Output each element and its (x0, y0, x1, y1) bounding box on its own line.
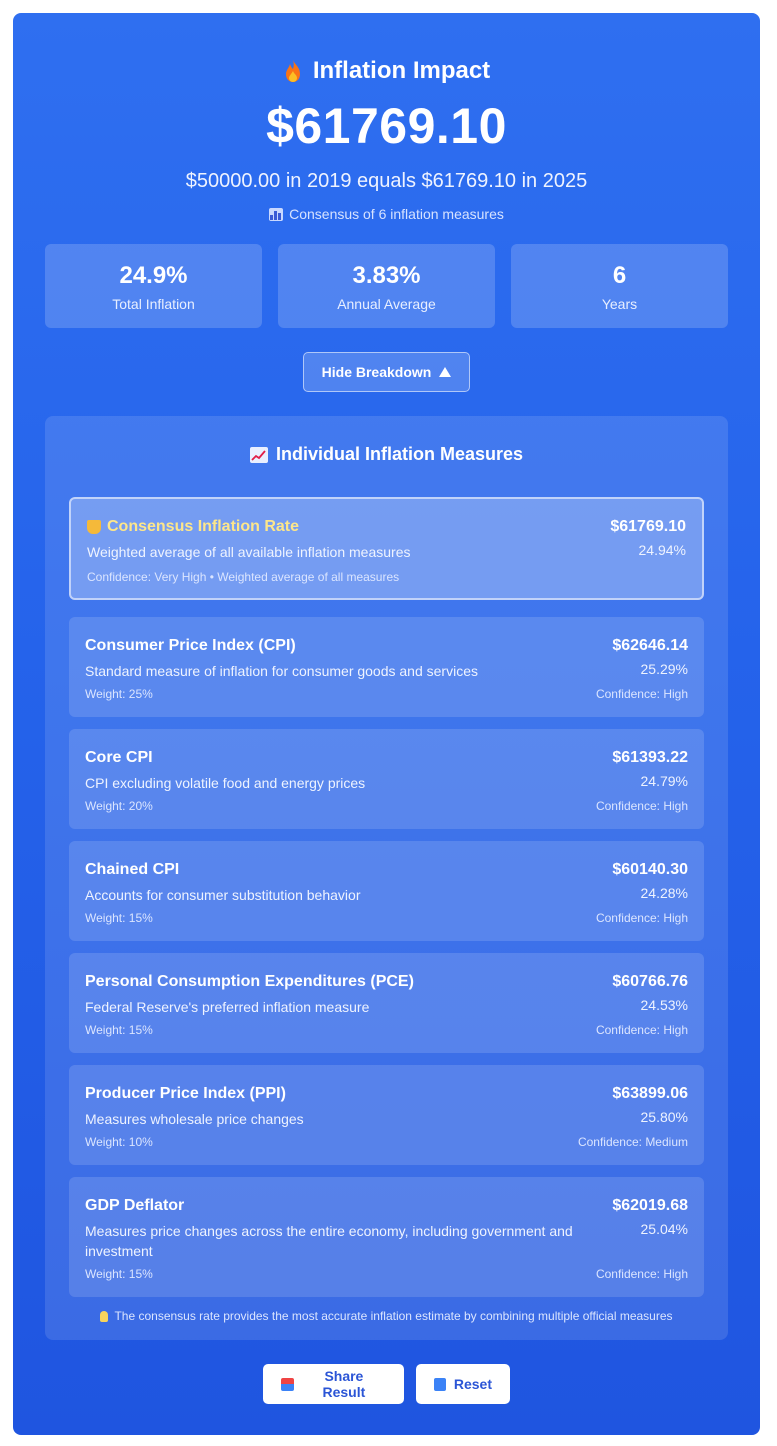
adjusted-amount: $61769.10 (266, 98, 507, 154)
measure-ppi: Producer Price Index (PPI) Measures whol… (69, 1065, 704, 1165)
measure-weight: Weight: 15% (85, 911, 153, 925)
share-icon (281, 1377, 294, 1391)
measure-weight: Weight: 15% (85, 1267, 153, 1281)
measure-name: Producer Price Index (PPI) (85, 1085, 286, 1102)
inflation-result-card: Inflation Impact $61769.10 $50000.00 in … (13, 13, 760, 1435)
measure-weight: Weight: 10% (85, 1135, 153, 1149)
measure-value: $61769.10 (610, 518, 686, 535)
measure-confidence: Confidence: High (595, 1267, 688, 1281)
measure-percent: 24.94% (638, 542, 686, 558)
measure-gdp-deflator: GDP Deflator Measures price changes acro… (69, 1177, 704, 1297)
trending-chart-icon (249, 446, 268, 463)
stat-label: Years (601, 296, 638, 312)
measure-description: Federal Reserve's preferred inflation me… (85, 999, 370, 1015)
measure-value: $62019.68 (612, 1197, 688, 1214)
trophy-icon (87, 520, 101, 534)
measure-percent: 24.28% (640, 885, 688, 901)
measure-name: Consumer Price Index (CPI) (85, 637, 296, 654)
stat-label: Total Inflation (112, 296, 195, 312)
bar-chart-icon (269, 207, 284, 221)
consensus-note: Consensus of 6 inflation measures (13, 206, 760, 222)
measure-weight: Weight: 20% (85, 799, 153, 813)
measure-pce: Personal Consumption Expenditures (PCE) … (69, 953, 704, 1053)
stat-value: 6 (612, 262, 627, 289)
result-title-text: Inflation Impact (312, 57, 491, 84)
measure-name-text: Consensus Inflation Rate (107, 518, 300, 535)
measure-description: Weighted average of all available inflat… (87, 544, 411, 560)
stat-annual-average: 3.83% Annual Average (278, 244, 495, 328)
measure-chained-cpi: Chained CPI Accounts for consumer substi… (69, 841, 704, 941)
reset-label: Reset (453, 1376, 492, 1392)
consensus-note-text: Consensus of 6 inflation measures (289, 206, 504, 222)
measure-name: Personal Consumption Expenditures (PCE) (85, 973, 414, 990)
measure-cpi: Consumer Price Index (CPI) Standard meas… (69, 617, 704, 717)
footnote-text: The consensus rate provides the most acc… (114, 1309, 673, 1323)
measure-description: Accounts for consumer substitution behav… (85, 887, 361, 903)
measure-percent: 25.04% (640, 1221, 688, 1237)
measure-percent: 24.79% (640, 773, 688, 789)
measure-confidence: Confidence: High (595, 911, 688, 925)
measure-description: Measures price changes across the entire… (85, 1223, 573, 1259)
hide-breakdown-label: Hide Breakdown (321, 364, 432, 380)
consensus-footnote: The consensus rate provides the most acc… (13, 1309, 760, 1323)
stat-value: 3.83% (352, 262, 421, 289)
hide-breakdown-button[interactable]: Hide Breakdown (303, 352, 470, 392)
breakdown-title-text: Individual Inflation Measures (275, 444, 524, 464)
measure-name: Core CPI (85, 749, 153, 766)
measure-description: Standard measure of inflation for consum… (85, 663, 478, 679)
measure-name: Chained CPI (85, 861, 180, 878)
measure-percent: 24.53% (640, 997, 688, 1013)
stat-total-inflation: 24.9% Total Inflation (45, 244, 262, 328)
stats-row: 24.9% Total Inflation 3.83% Annual Avera… (45, 244, 728, 328)
stat-label: Annual Average (337, 296, 436, 312)
measure-name: GDP Deflator (85, 1197, 185, 1214)
measure-percent: 25.80% (640, 1109, 688, 1125)
measure-description: CPI excluding volatile food and energy p… (85, 775, 366, 791)
share-result-label: Share Result (322, 1368, 366, 1400)
measure-value: $62646.14 (612, 637, 688, 654)
refresh-icon (434, 1377, 446, 1391)
result-title: Inflation Impact (13, 57, 760, 85)
action-buttons: Share Result Reset (13, 1364, 760, 1404)
measure-value: $61393.22 (612, 749, 688, 766)
measure-value: $60766.76 (612, 973, 688, 990)
lightbulb-icon (100, 1310, 109, 1322)
measure-value: $63899.06 (612, 1085, 688, 1102)
measure-confidence: Confidence: High (595, 687, 688, 701)
measure-core-cpi: Core CPI CPI excluding volatile food and… (69, 729, 704, 829)
measure-percent: 25.29% (640, 661, 688, 677)
flame-icon (285, 60, 300, 82)
measure-value: $60140.30 (612, 861, 688, 878)
measure-meta: Confidence: Very High • Weighted average… (87, 570, 400, 584)
measure-weight: Weight: 15% (85, 1023, 153, 1037)
equivalence-statement: $50000.00 in 2019 equals $61769.10 in 20… (185, 170, 588, 192)
stat-years: 6 Years (511, 244, 728, 328)
measure-confidence: Confidence: Medium (577, 1135, 688, 1149)
chevron-up-icon (439, 367, 452, 377)
stat-value: 24.9% (119, 262, 188, 289)
measure-consensus: Consensus Inflation Rate Weighted averag… (69, 497, 704, 600)
measure-confidence: Confidence: High (595, 1023, 688, 1037)
breakdown-title: Individual Inflation Measures (45, 444, 728, 465)
share-result-button[interactable]: Share Result (263, 1364, 404, 1404)
reset-button[interactable]: Reset (416, 1364, 510, 1404)
measure-description: Measures wholesale price changes (85, 1111, 304, 1127)
measure-weight: Weight: 25% (85, 687, 153, 701)
breakdown-panel: Individual Inflation Measures Consensus … (45, 416, 728, 1340)
measure-name: Consensus Inflation Rate (87, 518, 577, 536)
measure-confidence: Confidence: High (595, 799, 688, 813)
